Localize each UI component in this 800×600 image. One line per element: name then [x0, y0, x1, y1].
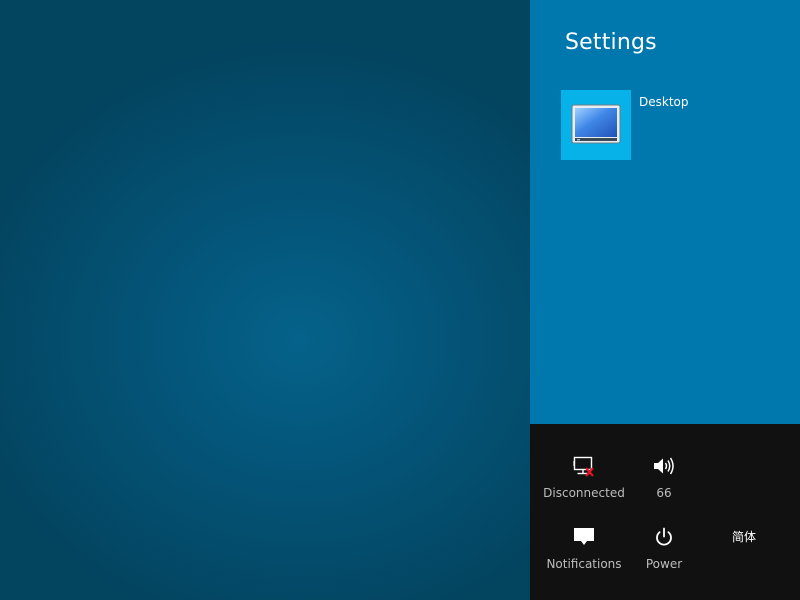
desktop-tile-label[interactable]: Desktop: [639, 95, 689, 109]
screen: Settings Desktop Disconnected 66 Notific…: [0, 0, 800, 600]
speaker-icon: [654, 457, 674, 475]
settings-pane: Settings Desktop: [530, 0, 800, 424]
desktop-tile[interactable]: [561, 90, 631, 160]
notifications-icon: [574, 528, 594, 545]
desktop-monitor-icon: [571, 104, 621, 144]
settings-title: Settings: [565, 30, 657, 55]
quick-settings: Disconnected 66 Notifications Power 简体: [530, 424, 800, 600]
settings-charm-panel: Settings Desktop Disconnected 66 Notific…: [530, 0, 800, 600]
volume-level: 66: [656, 486, 672, 500]
network-label: Disconnected: [543, 486, 625, 500]
volume-button[interactable]: 66: [619, 453, 709, 500]
keyboard-language-button[interactable]: 简体: [714, 528, 774, 545]
desktop-background[interactable]: [0, 0, 530, 600]
power-icon: [656, 527, 672, 546]
power-button[interactable]: Power: [619, 524, 709, 571]
notifications-label: Notifications: [546, 557, 622, 571]
network-button[interactable]: Disconnected: [539, 453, 629, 500]
notifications-button[interactable]: Notifications: [539, 524, 629, 571]
network-disconnected-icon: [573, 456, 594, 477]
power-label: Power: [645, 557, 683, 571]
